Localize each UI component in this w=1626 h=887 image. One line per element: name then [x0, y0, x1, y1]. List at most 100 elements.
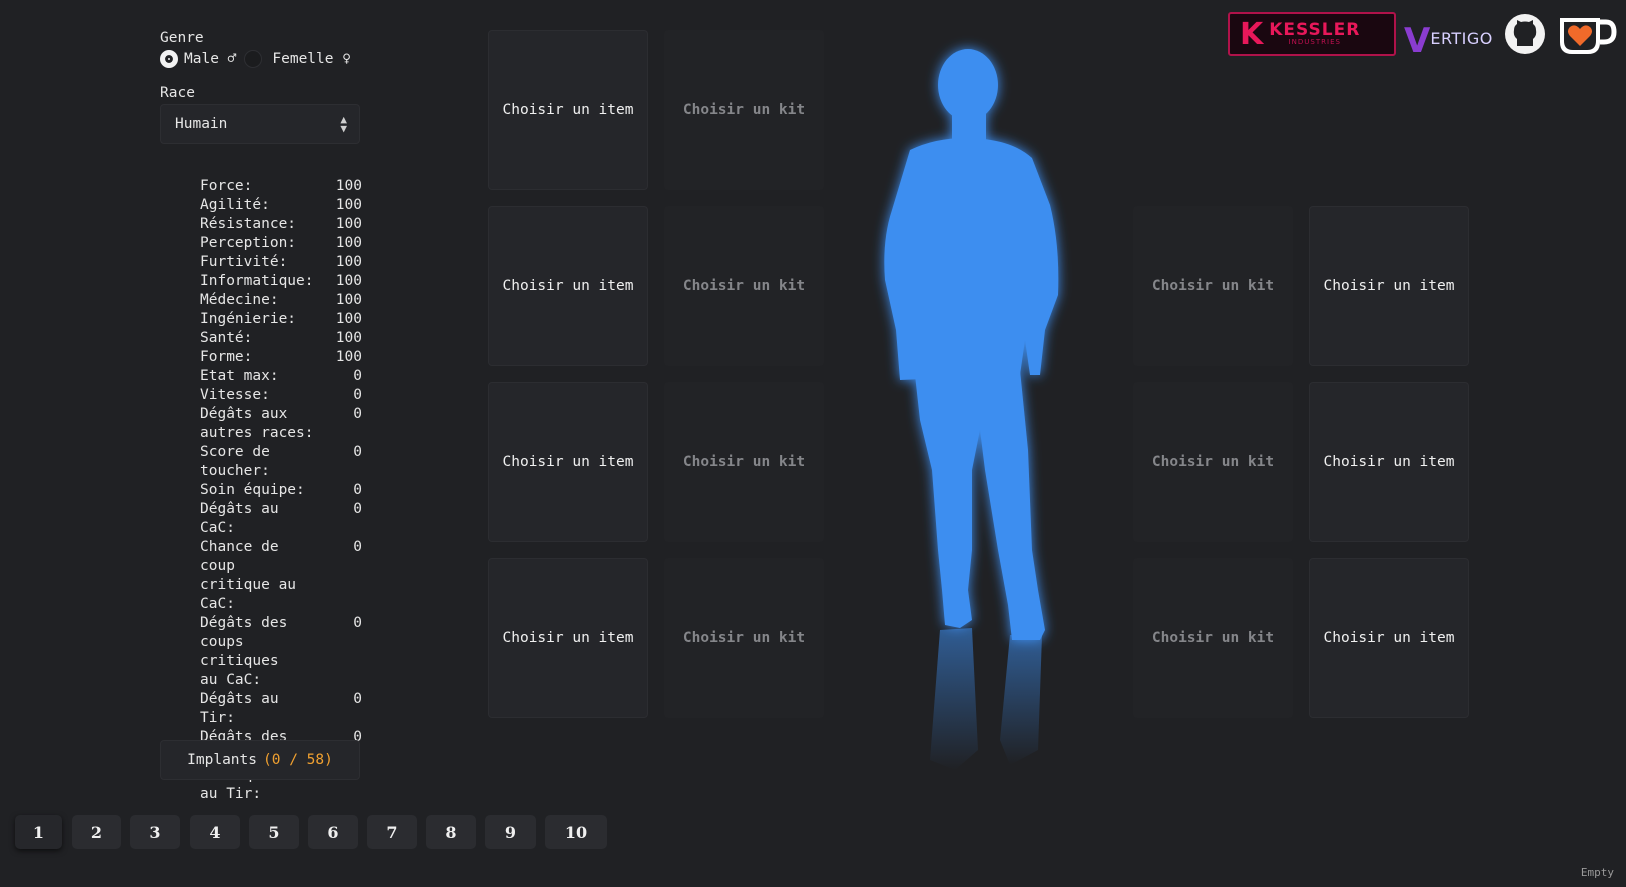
kit-slot-label: Choisir un kit — [1151, 278, 1275, 294]
gender-female-label[interactable]: Femelle ♀ — [272, 51, 351, 67]
kofi-cup-icon[interactable] — [1556, 10, 1618, 60]
implants-button[interactable]: Implants (0 / 58) — [160, 740, 360, 780]
stat-name: Score de toucher: — [200, 444, 270, 479]
stat-value: 0 — [353, 444, 362, 460]
stat-value: 100 — [335, 311, 362, 327]
item-slot[interactable]: Choisir un item — [488, 30, 648, 190]
kessler-k-icon: K — [1240, 16, 1264, 52]
github-icon[interactable] — [1503, 12, 1547, 56]
item-slot-label: Choisir un item — [502, 630, 634, 646]
stat-row: Ingénierie: 100 — [200, 310, 362, 329]
gender-male-label[interactable]: Male ♂ — [184, 51, 236, 67]
stat-value: 100 — [335, 178, 362, 194]
status-text: Empty — [1580, 866, 1614, 879]
stat-row: Dégâts aux autres races: 0 — [200, 405, 362, 443]
page-button-6[interactable]: 6 — [308, 815, 358, 849]
page-button-10[interactable]: 10 — [545, 815, 607, 849]
stat-value: 0 — [353, 501, 362, 517]
item-slot-label: Choisir un item — [502, 278, 634, 294]
page-button-2[interactable]: 2 — [72, 815, 121, 849]
item-slot[interactable]: Choisir un item — [488, 206, 648, 366]
item-slot[interactable]: Choisir un item — [1309, 558, 1469, 718]
page-button-5[interactable]: 5 — [249, 815, 299, 849]
stat-value: 100 — [335, 273, 362, 289]
stat-name: Soin équipe: — [200, 482, 305, 498]
stat-name: Agilité: — [200, 197, 270, 213]
stat-value: 0 — [353, 691, 362, 707]
item-slot-label: Choisir un item — [1323, 630, 1455, 646]
stat-row: Vitesse: 0 — [200, 386, 362, 405]
kit-slot-label: Choisir un kit — [1151, 630, 1275, 646]
page-button-4[interactable]: 4 — [190, 815, 240, 849]
character-silhouette — [860, 30, 1110, 790]
stat-name: Dégâts au Tir: — [200, 691, 279, 726]
item-slot[interactable]: Choisir un item — [488, 558, 648, 718]
kit-slot[interactable]: Choisir un kit — [1133, 558, 1293, 718]
stat-name: Dégâts aux autres races: — [200, 406, 314, 441]
gender-female-radio[interactable] — [244, 50, 263, 68]
implants-count: (0 / 58) — [263, 752, 333, 768]
kit-slot-label: Choisir un kit — [682, 454, 806, 470]
item-slot-label: Choisir un item — [502, 454, 634, 470]
stat-name: Dégâts au CaC: — [200, 501, 279, 536]
kit-slot[interactable]: Choisir un kit — [664, 206, 824, 366]
stat-name: Furtivité: — [200, 254, 288, 270]
stat-row: Dégâts au Tir: 0 — [200, 690, 362, 728]
stat-row: Furtivité: 100 — [200, 253, 362, 272]
gender-male-radio[interactable] — [160, 50, 178, 68]
vertigo-v-icon: V — [1404, 21, 1431, 61]
kessler-logo-text: KESSLER — [1269, 20, 1361, 40]
stat-name: Forme: — [200, 349, 253, 365]
stat-value: 100 — [335, 292, 362, 308]
stat-row: Résistance: 100 — [200, 215, 362, 234]
kit-slot-label: Choisir un kit — [682, 102, 806, 118]
kit-slot-label: Choisir un kit — [682, 630, 806, 646]
stat-name: Ingénierie: — [200, 311, 297, 327]
item-slot-label: Choisir un item — [502, 102, 634, 118]
kessler-logo[interactable]: K KESSLER INDUSTRIES — [1228, 12, 1396, 56]
stat-value: 0 — [353, 387, 362, 403]
kit-slot[interactable]: Choisir un kit — [664, 382, 824, 542]
stat-name: Force: — [200, 178, 253, 194]
stat-value: 0 — [353, 406, 362, 422]
kit-slot[interactable]: Choisir un kit — [664, 558, 824, 718]
stat-name: Dégâts des coups critiques au CaC: — [200, 615, 288, 688]
stat-row: Score de toucher: 0 — [200, 443, 362, 481]
stat-value: 100 — [335, 235, 362, 251]
stats-list: Force: 100 Agilité: 100 Résistance: 100 Percep… — [200, 177, 362, 804]
stat-value: 100 — [335, 254, 362, 270]
item-slot[interactable]: Choisir un item — [488, 382, 648, 542]
stat-name: Informatique: — [200, 273, 314, 289]
page-button-3[interactable]: 3 — [130, 815, 180, 849]
item-slot[interactable]: Choisir un item — [1309, 206, 1469, 366]
stat-row: Agilité: 100 — [200, 196, 362, 215]
stat-value: 100 — [335, 197, 362, 213]
stat-row: Forme: 100 — [200, 348, 362, 367]
page-button-7[interactable]: 7 — [367, 815, 417, 849]
item-slot[interactable]: Choisir un item — [1309, 382, 1469, 542]
stat-name: Médecine: — [200, 292, 279, 308]
page-button-1[interactable]: 1 — [15, 815, 62, 849]
stat-value: 0 — [353, 368, 362, 384]
stat-name: Etat max: — [200, 368, 279, 384]
race-select[interactable]: Humain ▲ ▼ — [160, 104, 360, 144]
stat-row: Force: 100 — [200, 177, 362, 196]
stat-name: Perception: — [200, 235, 297, 251]
stat-row: Dégâts au CaC: 0 — [200, 500, 362, 538]
race-label: Race — [160, 85, 195, 101]
kit-slot[interactable]: Choisir un kit — [1133, 206, 1293, 366]
kit-slot[interactable]: Choisir un kit — [1133, 382, 1293, 542]
item-slot-label: Choisir un item — [1323, 278, 1455, 294]
stat-value: 100 — [335, 330, 362, 346]
implants-label: Implants — [187, 752, 257, 768]
page-button-8[interactable]: 8 — [426, 815, 476, 849]
stat-name: Chance de coup critique au CaC: — [200, 539, 297, 612]
kit-slot[interactable]: Choisir un kit — [664, 30, 824, 190]
stat-row: Etat max: 0 — [200, 367, 362, 386]
stat-name: Résistance: — [200, 216, 297, 232]
gender-radio-group: Male ♂ Femelle ♀ — [160, 50, 351, 68]
item-slot-label: Choisir un item — [1323, 454, 1455, 470]
page-button-9[interactable]: 9 — [485, 815, 536, 849]
vertigo-logo[interactable]: V ERTIGO — [1404, 12, 1494, 58]
stat-name: Santé: — [200, 330, 253, 346]
